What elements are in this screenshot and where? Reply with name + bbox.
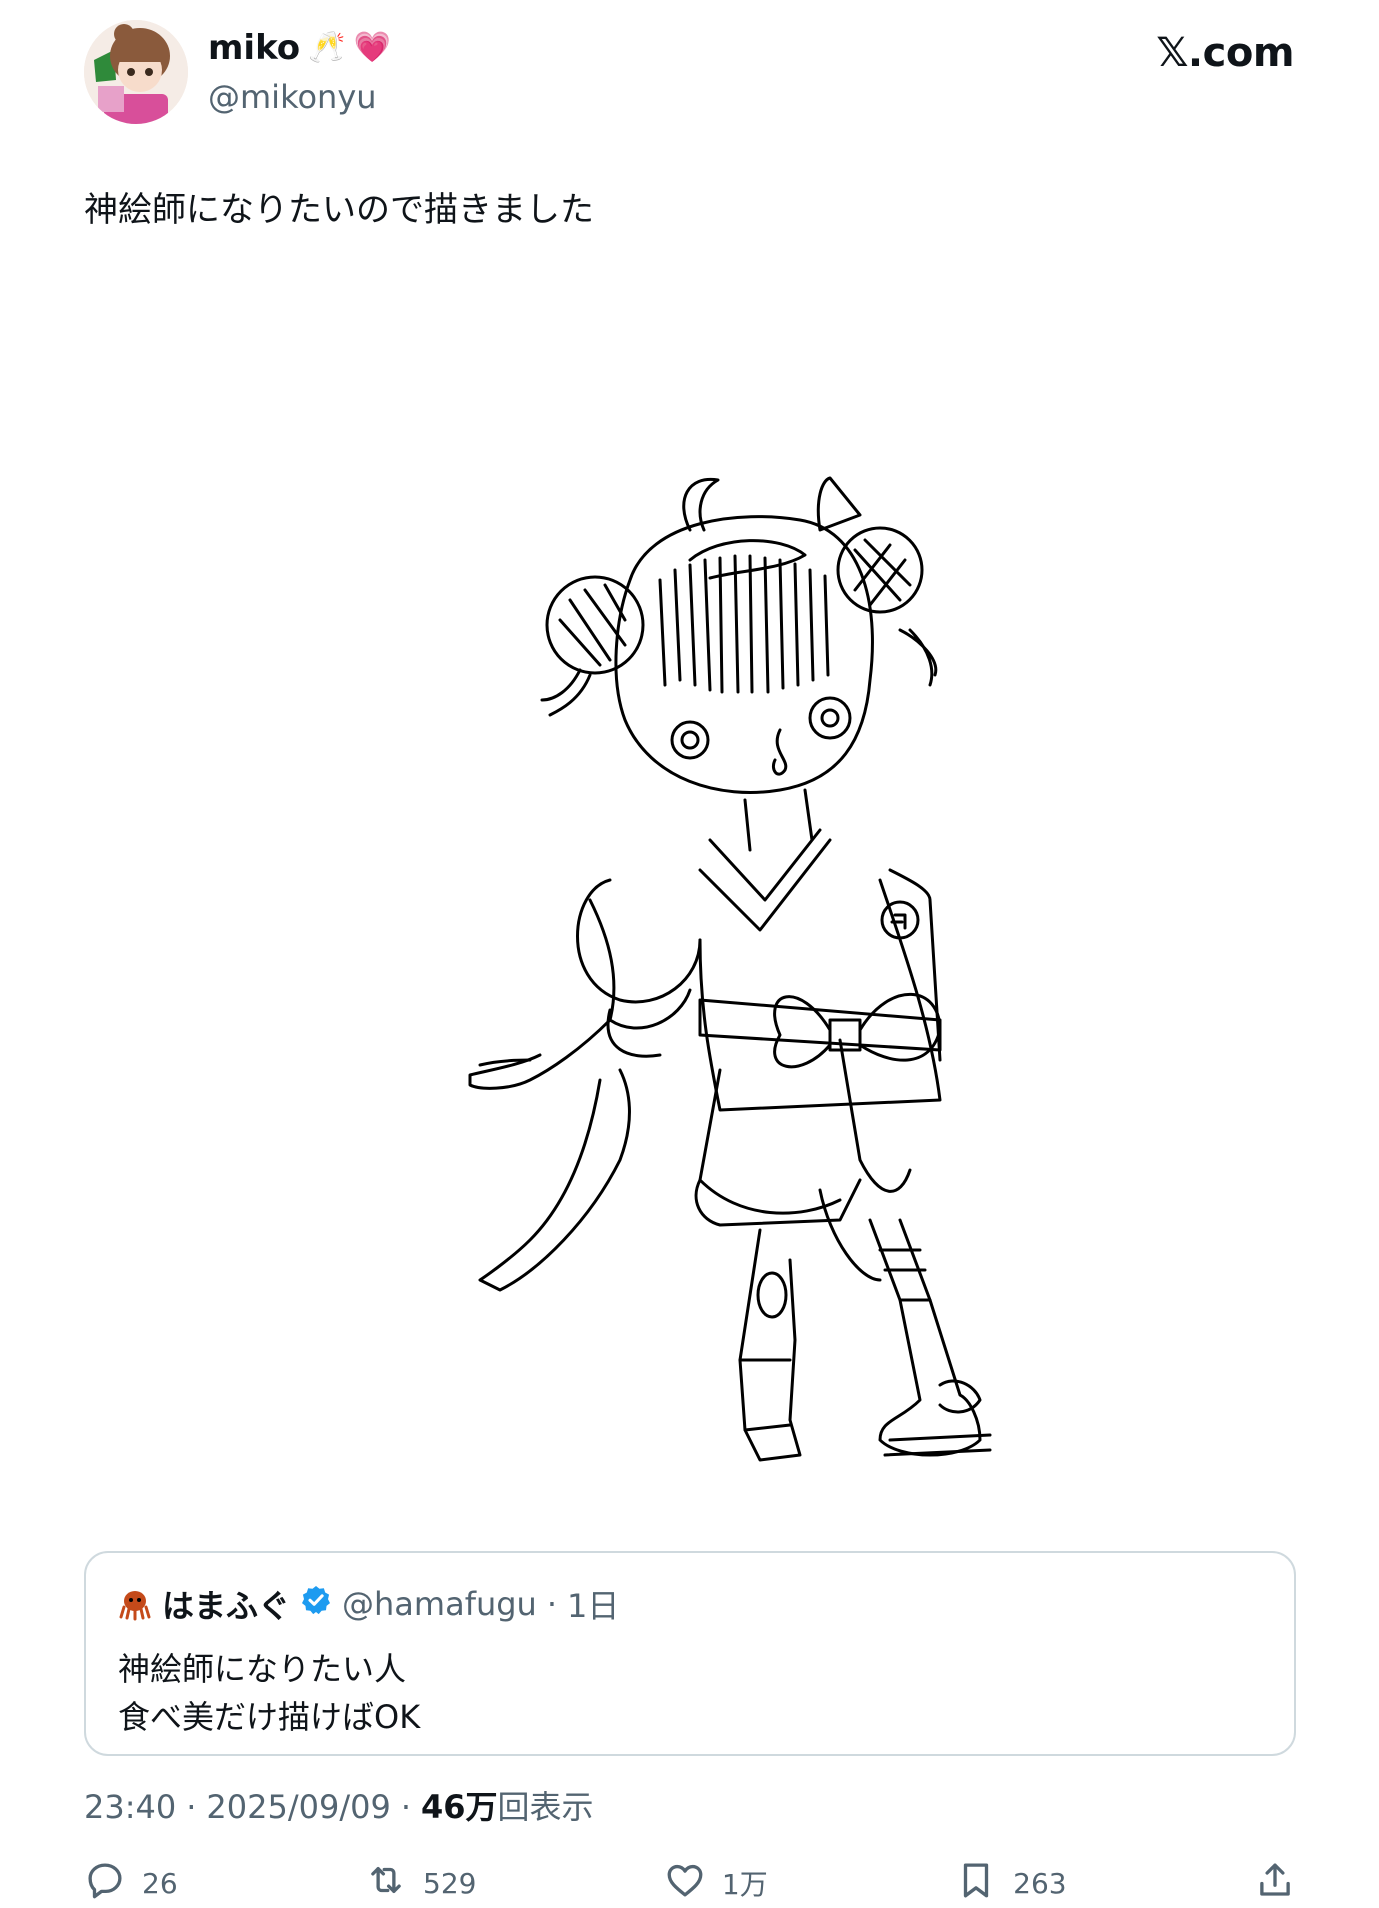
repost-icon (365, 1859, 407, 1908)
share-button[interactable] (1254, 1859, 1296, 1908)
tweet-actions: 26 529 1万 263 (84, 1860, 1296, 1906)
author-handle[interactable]: @mikonyu (208, 78, 377, 116)
quoted-line-2: 食べ美だけ描けばOK (118, 1698, 421, 1736)
bookmark-button[interactable]: 263 (955, 1859, 1067, 1908)
quoted-separator: · (546, 1585, 557, 1623)
champagne-emoji: 🥂 (308, 30, 346, 65)
quoted-time[interactable]: 1日 (567, 1581, 619, 1627)
quoted-display-name[interactable]: はまふぐ (162, 1581, 290, 1627)
reply-button[interactable]: 26 (84, 1859, 178, 1908)
quoted-tweet-card[interactable]: はまふぐ @hamafugu · 1日 神絵師になりたい人 食べ美だけ描けばOK (84, 1551, 1296, 1756)
share-icon (1254, 1859, 1296, 1908)
x-logo: 𝕏.com (1156, 30, 1294, 76)
attached-drawing-image[interactable] (460, 460, 1160, 1510)
tweet-meta: 23:40 · 2025/09/09 · 46万回表示 (84, 1782, 594, 1828)
views-label: 回表示 (497, 1788, 594, 1826)
heart-emoji: 💗 (353, 30, 391, 65)
bookmark-icon (955, 1859, 997, 1908)
repost-button[interactable]: 529 (365, 1859, 477, 1908)
heart-icon (664, 1859, 706, 1908)
like-count: 1万 (721, 1868, 768, 1901)
views-count: 46万 (421, 1788, 498, 1826)
reply-count: 26 (142, 1866, 178, 1900)
author-display-name[interactable]: miko (208, 28, 300, 68)
quoted-tweet-text: 神絵師になりたい人 食べ美だけ描けばOK (118, 1645, 420, 1741)
tweet-time[interactable]: 23:40 (84, 1788, 176, 1826)
verified-badge-icon (300, 1584, 332, 1624)
meta-separator-2: · (400, 1788, 411, 1826)
bookmark-count: 263 (1013, 1866, 1067, 1900)
author-name-row[interactable]: miko 🥂 💗 (208, 28, 391, 68)
meta-separator-1: · (186, 1788, 197, 1826)
repost-count: 529 (423, 1866, 477, 1900)
quoted-tweet-header: はまふぐ @hamafugu · 1日 (118, 1581, 619, 1627)
octopus-avatar-icon[interactable] (118, 1587, 152, 1621)
like-button[interactable]: 1万 (664, 1859, 768, 1908)
quoted-handle[interactable]: @hamafugu (342, 1585, 537, 1623)
tweet-date[interactable]: 2025/09/09 (206, 1788, 390, 1826)
tweet-header: miko 🥂 💗 @mikonyu 𝕏.com (84, 20, 1294, 130)
quoted-line-1: 神絵師になりたい人 (118, 1650, 407, 1688)
tweet-text: 神絵師になりたいので描きました (84, 190, 594, 230)
views-stat[interactable]: 46万回表示 (421, 1782, 594, 1828)
author-avatar[interactable] (84, 20, 188, 124)
reply-icon (84, 1859, 126, 1908)
